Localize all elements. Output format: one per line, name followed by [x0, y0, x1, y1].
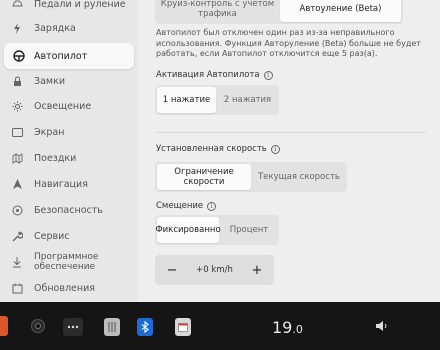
sidebar-item-label: Освещение — [34, 100, 92, 112]
sidebar-item-autopilot[interactable]: Автопилот — [4, 43, 134, 69]
wrench-icon — [0, 230, 34, 242]
volume-icon[interactable] — [374, 318, 390, 334]
offset-stepper: − +0 km/h + — [155, 255, 274, 285]
section-divider — [156, 132, 426, 133]
lock-icon — [0, 76, 34, 87]
charging-bolt-icon — [0, 22, 34, 34]
orange-app-icon[interactable] — [0, 316, 8, 336]
updates-icon — [0, 283, 34, 294]
more-dots-icon[interactable] — [63, 318, 83, 336]
car-icon — [0, 0, 34, 8]
settings-sidebar: Педали и руление Зарядка Автопилот Замки… — [0, 0, 138, 302]
offset-value: +0 km/h — [196, 265, 233, 275]
activation-heading: Активация Автопилота i — [156, 70, 273, 80]
info-icon[interactable]: i — [270, 144, 280, 154]
sidebar-item-locks[interactable]: Замки — [0, 68, 134, 94]
sidebar-item-label: Сервис — [34, 230, 70, 242]
sidebar-item-charging[interactable]: Зарядка — [0, 15, 134, 41]
activation-toggle: 1 нажатие 2 нажатия — [155, 85, 279, 115]
trips-icon — [0, 152, 34, 164]
steering-wheel-icon — [4, 50, 34, 62]
option-percent[interactable]: Процент — [221, 217, 277, 243]
activation-title: Активация Автопилота — [156, 70, 260, 80]
sidebar-item-updates[interactable]: Обновления — [0, 275, 134, 301]
temperature-main: 19 — [272, 318, 293, 337]
calendar-icon[interactable] — [175, 318, 191, 336]
security-icon — [0, 205, 34, 216]
sidebar-item-trips[interactable]: Поездки — [0, 145, 134, 171]
sidebar-item-software[interactable]: Программное обеспечение — [0, 249, 134, 275]
sun-icon — [0, 101, 34, 112]
option-current-speed[interactable]: Текущая скорость — [253, 164, 345, 190]
increase-button[interactable]: + — [250, 263, 264, 278]
sidebar-item-label: Педали и руление — [34, 0, 126, 10]
sidebar-item-navigation[interactable]: Навигация — [0, 171, 134, 197]
sidebar-item-label: Экран — [34, 126, 65, 138]
set-speed-title: Установленная скорость — [156, 144, 267, 154]
sidebar-item-security[interactable]: Безопасность — [0, 197, 134, 223]
offset-title: Смещение — [156, 201, 204, 211]
sidebar-item-label: Замки — [34, 75, 65, 87]
sidebar-item-label-line2: обеспечение — [34, 262, 96, 272]
sidebar-item-label-line1: Программное — [34, 252, 99, 262]
navigation-arrow-icon — [0, 179, 34, 189]
display-icon — [0, 127, 34, 137]
autopilot-settings-panel: Круиз-контроль с учетом трафика Автоулен… — [150, 0, 432, 302]
sidebar-item-display[interactable]: Экран — [0, 119, 134, 145]
sidebar-item-label: Зарядка — [34, 22, 76, 34]
sidebar-item-label: Безопасность — [34, 204, 103, 216]
option-single-press[interactable]: 1 нажатие — [157, 87, 216, 113]
info-icon[interactable]: i — [207, 201, 217, 211]
sidebar-item-service[interactable]: Сервис — [0, 223, 134, 249]
camera-icon[interactable] — [30, 318, 46, 334]
bluetooth-icon[interactable] — [137, 318, 153, 336]
sidebar-item-lighting[interactable]: Освещение — [0, 93, 134, 119]
sidebar-item-label: Программное обеспечение — [34, 252, 98, 272]
temperature-decimal: .0 — [292, 323, 303, 336]
sidebar-item-label: Навигация — [34, 178, 88, 190]
info-icon[interactable]: i — [263, 70, 273, 80]
option-traffic-aware-cruise[interactable]: Круиз-контроль с учетом трафика — [157, 0, 278, 22]
download-icon — [0, 256, 34, 268]
taskbar: 19.0 — [0, 302, 440, 350]
cabin-temperature[interactable]: 19.0 — [272, 318, 303, 337]
offset-heading: Смещение i — [156, 201, 217, 211]
autopilot-warning-notice: Автопилот был отключен один раз из-за не… — [156, 28, 421, 58]
set-speed-toggle: Ограничение скорости Текущая скорость — [155, 162, 347, 192]
sidebar-item-label: Поездки — [34, 152, 77, 164]
app-icon[interactable] — [104, 318, 120, 336]
sidebar-item-label: Автопилот — [34, 50, 88, 62]
option-speed-limit[interactable]: Ограничение скорости — [157, 164, 251, 190]
option-autosteer-beta[interactable]: Автоуление (Beta) — [280, 0, 401, 22]
sidebar-item-label: Обновления — [34, 282, 95, 294]
set-speed-heading: Установленная скорость i — [156, 144, 280, 154]
settings-screen: Педали и руление Зарядка Автопилот Замки… — [0, 0, 440, 302]
offset-mode-toggle: Фиксированно Процент — [155, 215, 279, 245]
decrease-button[interactable]: − — [165, 263, 179, 278]
option-fixed[interactable]: Фиксированно — [155, 217, 221, 243]
steering-mode-toggle: Круиз-контроль с учетом трафика Автоулен… — [155, 0, 403, 24]
option-double-press[interactable]: 2 нажатия — [218, 87, 277, 113]
